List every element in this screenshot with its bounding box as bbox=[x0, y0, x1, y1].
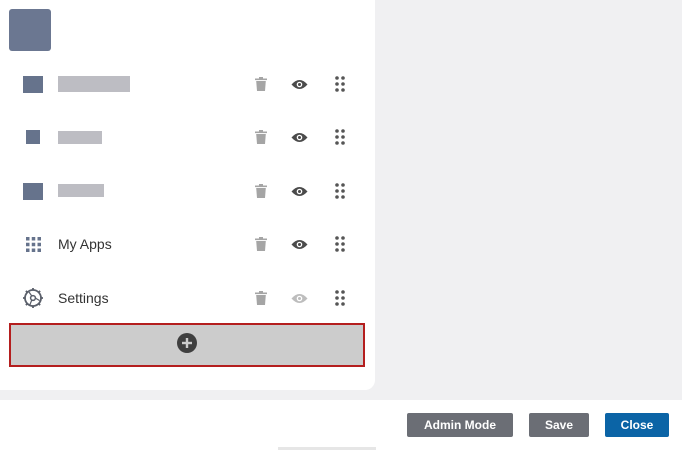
grid-icon bbox=[20, 217, 46, 271]
nav-item-2[interactable] bbox=[0, 110, 375, 164]
footer-toolbar: Admin Mode Save Close bbox=[0, 400, 682, 450]
nav-item-label: My Apps bbox=[58, 236, 112, 252]
trash-icon[interactable] bbox=[251, 57, 271, 111]
logo-placeholder bbox=[9, 9, 51, 51]
drag-handle-icon[interactable] bbox=[330, 164, 350, 218]
navigation-editor-panel: My Apps Settings bbox=[0, 0, 375, 390]
drag-handle-icon[interactable] bbox=[330, 110, 350, 164]
drag-handle-icon[interactable] bbox=[330, 271, 350, 325]
redacted-label bbox=[58, 76, 130, 92]
trash-icon[interactable] bbox=[251, 110, 271, 164]
add-item-button[interactable] bbox=[9, 323, 365, 367]
trash-icon[interactable] bbox=[251, 164, 271, 218]
nav-item-my-apps[interactable]: My Apps bbox=[0, 217, 375, 271]
tile-icon bbox=[20, 164, 46, 218]
nav-item-3[interactable] bbox=[0, 164, 375, 218]
redacted-label bbox=[58, 131, 102, 144]
redacted-label bbox=[58, 184, 104, 197]
trash-icon[interactable] bbox=[251, 217, 271, 271]
trash-icon[interactable] bbox=[251, 271, 271, 325]
nav-item-settings[interactable]: Settings bbox=[0, 271, 375, 325]
drag-handle-icon[interactable] bbox=[330, 217, 350, 271]
nav-item-1[interactable] bbox=[0, 57, 375, 111]
tile-icon bbox=[20, 57, 46, 111]
eye-icon[interactable] bbox=[289, 164, 309, 218]
settings-icon bbox=[20, 271, 46, 325]
eye-icon[interactable] bbox=[289, 217, 309, 271]
eye-icon[interactable] bbox=[289, 110, 309, 164]
close-button[interactable]: Close bbox=[605, 413, 669, 437]
eye-icon[interactable] bbox=[289, 57, 309, 111]
tile-icon bbox=[20, 110, 46, 164]
admin-mode-button[interactable]: Admin Mode bbox=[407, 413, 513, 437]
save-button[interactable]: Save bbox=[529, 413, 589, 437]
plus-circle-icon bbox=[177, 332, 197, 358]
drag-handle-icon[interactable] bbox=[330, 57, 350, 111]
nav-item-label: Settings bbox=[58, 290, 109, 306]
eye-icon[interactable] bbox=[289, 271, 309, 325]
